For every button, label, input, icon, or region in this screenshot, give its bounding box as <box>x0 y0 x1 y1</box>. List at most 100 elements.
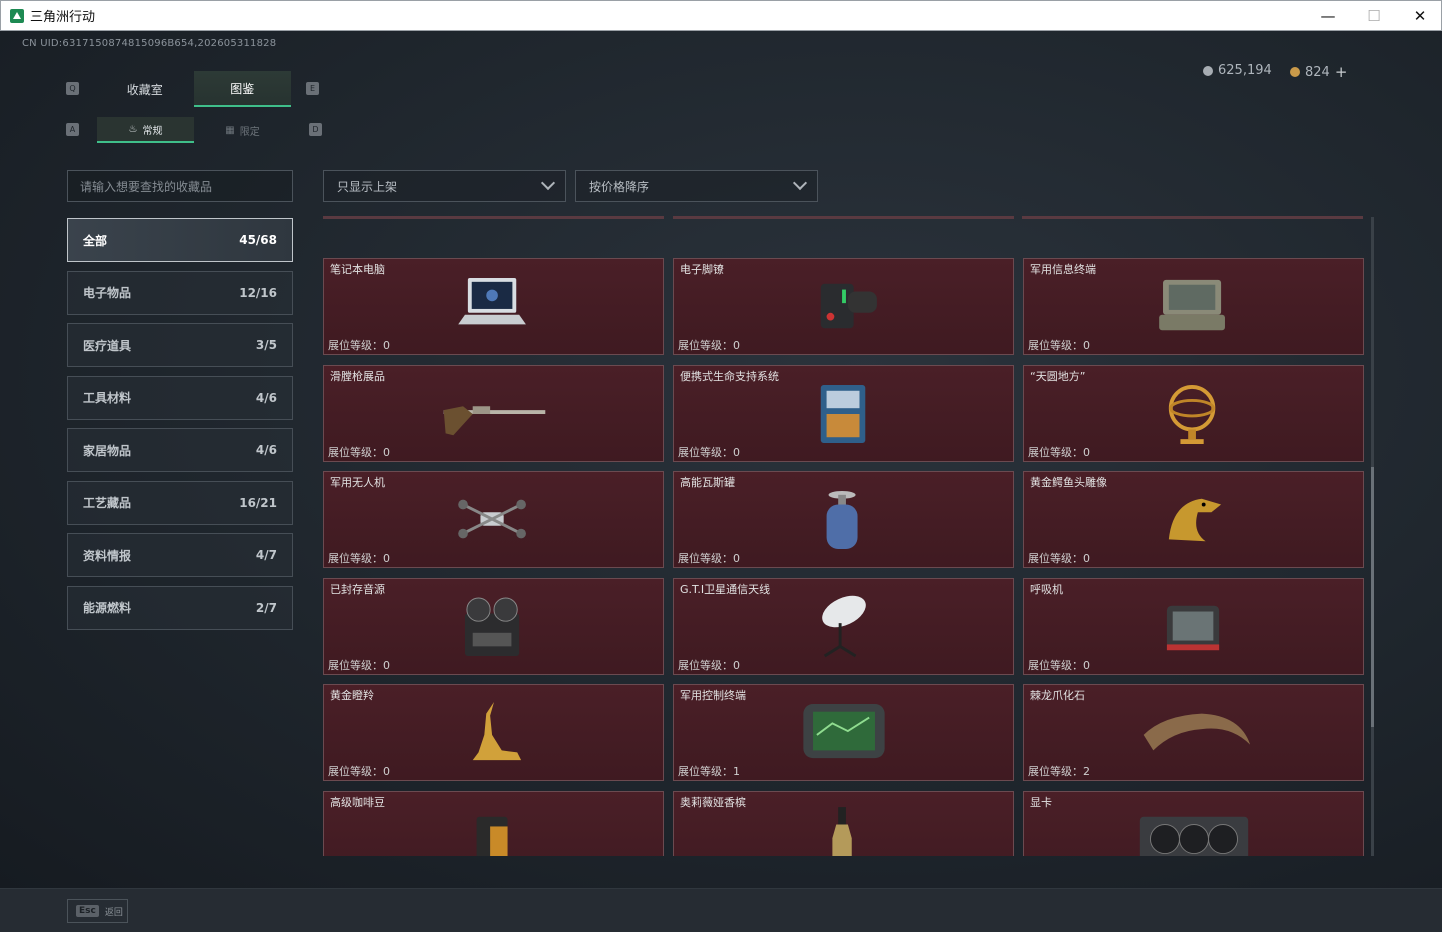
search-input[interactable]: 请输入想要查找的收藏品 <box>67 170 293 202</box>
collection-card[interactable]: 军用控制终端 展位等级：1 <box>673 684 1014 781</box>
booth-level-value: 0 <box>733 339 740 352</box>
category-count: 3/5 <box>255 338 277 352</box>
window-title: 三角洲行动 <box>30 10 96 25</box>
show-filter-dropdown[interactable]: 只显示上架 <box>323 170 566 202</box>
item-name: 军用控制终端 <box>680 689 746 702</box>
collection-card[interactable]: 便携式生命支持系统 展位等级：0 <box>673 364 1014 462</box>
category-label: 电子物品 <box>83 286 132 300</box>
item-name: 军用无人机 <box>330 476 385 489</box>
collection-card[interactable]: 军用信息终端 展位等级：0 <box>1023 258 1364 355</box>
collection-card[interactable]: 笔记本电脑 展位等级：0 <box>323 258 664 355</box>
category-label: 全部 <box>83 233 108 248</box>
close-button[interactable]: ✕ <box>1397 1 1442 31</box>
booth-level: 展位等级：0 <box>328 444 390 460</box>
item-name: 已封存音源 <box>330 582 385 596</box>
booth-level-prefix: 展位等级： <box>328 339 383 352</box>
coffee-bag-icon <box>434 802 554 856</box>
musket-icon <box>434 376 554 452</box>
booth-level-prefix: 展位等级： <box>678 445 733 459</box>
champagne-icon <box>784 802 904 856</box>
sort-dropdown[interactable]: 按价格降序 <box>575 170 818 202</box>
subtab-limited[interactable]: ▦ 限定 <box>194 117 291 143</box>
tab-catalog[interactable]: 图鉴 <box>193 71 291 107</box>
category-item[interactable]: 家居物品 4/6 <box>67 428 293 472</box>
booth-level-value: 0 <box>1083 339 1090 352</box>
sub-tabs: ♨ 常规 ▦ 限定 <box>97 117 291 143</box>
booth-level: 展位等级：0 <box>328 337 390 353</box>
category-item[interactable]: 能源燃料 2/7 <box>67 585 293 630</box>
laptop-icon <box>434 269 554 345</box>
tab-collection-room[interactable]: 收藏室 <box>96 71 194 107</box>
gold-amount: 824 <box>1305 64 1330 80</box>
add-currency-icon[interactable]: + <box>1335 63 1348 81</box>
grid-scrollbar[interactable] <box>1371 217 1374 856</box>
booth-level: 展位等级：0 <box>678 550 740 566</box>
category-item[interactable]: 资料情报 4/7 <box>67 533 293 577</box>
booth-level-prefix: 展位等级： <box>328 445 383 459</box>
item-name: 便携式生命支持系统 <box>680 369 779 383</box>
collection-card[interactable]: 已封存音源 展位等级：0 <box>323 577 664 675</box>
subtab-limited-label: 限定 <box>239 126 260 138</box>
gold-currency[interactable]: 824 + <box>1290 63 1347 81</box>
scrollbar-thumb[interactable] <box>1371 467 1374 727</box>
booth-level-value: 1 <box>733 765 740 778</box>
gold-crocodile-icon <box>1134 482 1254 558</box>
item-name: 军用信息终端 <box>1030 263 1096 276</box>
booth-level: 展位等级：0 <box>328 550 390 566</box>
collection-card[interactable]: 奥莉薇娅香槟展位等级：0 <box>673 790 1014 856</box>
booth-level-prefix: 展位等级： <box>1028 552 1083 565</box>
category-label: 家居物品 <box>83 443 132 458</box>
footer-bar: Esc 返回 <box>0 888 1442 932</box>
category-item[interactable]: 电子物品 12/16 <box>67 270 293 315</box>
item-name: 黄金瞪羚 <box>330 689 374 702</box>
limited-icon: ▦ <box>225 124 235 136</box>
category-item[interactable]: 医疗道具 3/5 <box>67 323 293 367</box>
app-logo-icon <box>10 8 24 23</box>
show-filter-value: 只显示上架 <box>337 179 398 194</box>
collection-card[interactable]: 棘龙爪化石 展位等级：2 <box>1023 684 1364 781</box>
collection-card[interactable]: 电子脚镣展位等级：0 <box>673 258 1014 355</box>
item-name: 高能瓦斯罐 <box>680 476 735 489</box>
booth-level: 展位等级：0 <box>1028 444 1090 460</box>
collection-card[interactable]: 滑膛枪展品 展位等级：0 <box>323 364 664 462</box>
subtab-regular[interactable]: ♨ 常规 <box>97 117 194 143</box>
booth-level-prefix: 展位等级： <box>678 765 733 778</box>
category-item[interactable]: 工具材料 4/6 <box>67 375 293 420</box>
booth-level: 展位等级：0 <box>1028 337 1090 353</box>
collection-card[interactable]: 显卡展位等级：0 <box>1023 790 1364 856</box>
item-name: G.T.I卫星通信天线 <box>680 582 771 596</box>
collection-card[interactable]: 黄金鳄鱼头雕像 展位等级：0 <box>1023 471 1364 568</box>
sort-value: 按价格降序 <box>589 179 650 194</box>
collection-card[interactable]: 黄金瞪羚 展位等级：0 <box>323 684 664 781</box>
item-name: 电子脚镣 <box>680 263 724 276</box>
booth-level-value: 0 <box>383 552 390 565</box>
minimize-button[interactable]: — <box>1305 1 1351 31</box>
category-label: 工艺藏品 <box>83 496 132 510</box>
satellite-dish-icon <box>784 589 904 665</box>
booth-level-value: 2 <box>1083 765 1090 778</box>
collection-card[interactable]: 军用无人机展位等级：0 <box>323 471 664 568</box>
armillary-sphere-icon <box>1134 376 1254 452</box>
category-item[interactable]: 工艺藏品 16/21 <box>67 480 293 525</box>
category-item[interactable]: 全部 45/68 <box>67 218 293 262</box>
maximize-button[interactable]: ☐ <box>1351 1 1397 31</box>
booth-level-prefix: 展位等级： <box>678 339 733 352</box>
back-label: 返回 <box>104 907 123 918</box>
collection-card[interactable]: 高级咖啡豆展位等级：0 <box>323 790 664 856</box>
category-count: 16/21 <box>239 495 277 510</box>
collection-card[interactable]: “天圆地方” 展位等级：0 <box>1023 364 1364 462</box>
gold-coin-icon <box>1290 67 1300 77</box>
booth-level-value: 0 <box>1083 658 1090 672</box>
booth-level-prefix: 展位等级： <box>328 552 383 565</box>
window-titlebar: 三角洲行动 — ☐ ✕ <box>0 0 1442 31</box>
category-label: 工具材料 <box>83 391 132 405</box>
collection-card[interactable]: G.T.I卫星通信天线 展位等级：0 <box>673 577 1014 675</box>
collection-card[interactable]: 高能瓦斯罐展位等级：0 <box>673 471 1014 568</box>
reel-recorder-icon <box>434 589 554 665</box>
booth-level-value: 0 <box>1083 445 1090 459</box>
collection-card[interactable]: 呼吸机 展位等级：0 <box>1023 577 1364 675</box>
booth-level-prefix: 展位等级： <box>1028 765 1083 778</box>
back-button[interactable]: Esc 返回 <box>67 899 128 923</box>
control-terminal-icon <box>784 695 904 771</box>
chevron-down-icon <box>540 175 556 191</box>
